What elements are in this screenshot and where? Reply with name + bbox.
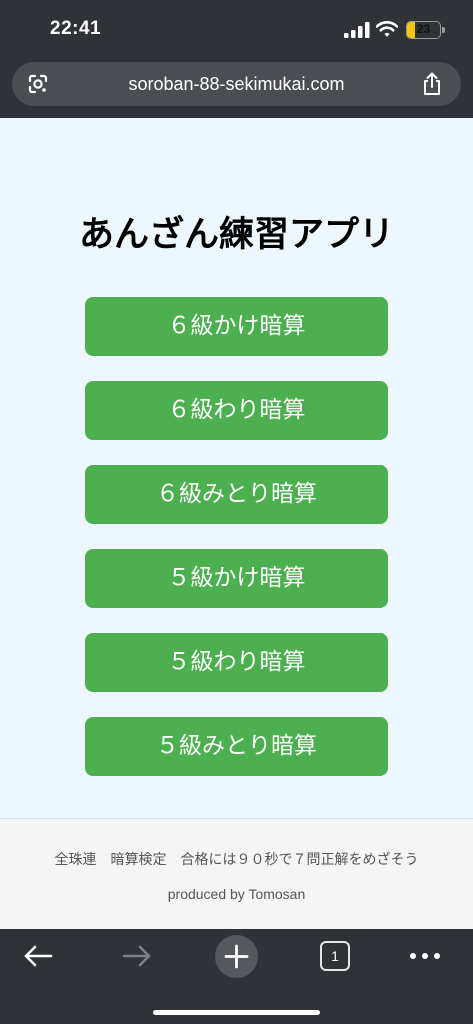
url-text[interactable]: soroban-88-sekimukai.com [62,62,411,106]
more-icon[interactable] [408,947,442,965]
status-bar: 22:41 23 [0,0,473,60]
battery-level: 23 [416,22,431,36]
battery-icon: 23 [406,21,441,39]
home-indicator [153,1010,320,1015]
back-arrow-icon[interactable] [22,942,54,970]
plus-icon [224,944,249,969]
address-bar[interactable]: soroban-88-sekimukai.com [12,62,461,106]
grade5-addition-button[interactable]: ５級みとり暗算 [85,717,388,776]
grade5-multiplication-button[interactable]: ５級かけ暗算 [85,549,388,608]
page-footer: 全珠連 暗算検定 合格には９０秒で７問正解をめざそう produced by T… [0,818,473,929]
status-time: 22:41 [50,18,102,39]
battery-tip [442,27,445,33]
grade6-division-button[interactable]: ６級わり暗算 [85,381,388,440]
grade6-addition-button[interactable]: ６級みとり暗算 [85,465,388,524]
browser-address-area: soroban-88-sekimukai.com [0,60,473,118]
footer-note: 全珠連 暗算検定 合格には９０秒で７問正解をめざそう [54,852,419,868]
share-icon[interactable] [421,72,443,96]
tabs-button[interactable]: 1 [320,941,350,971]
wifi-icon [376,21,398,37]
signal-icon [344,22,370,38]
footer-credit: produced by Tomosan [167,886,306,902]
forward-arrow-icon[interactable] [121,942,153,970]
google-lens-icon[interactable] [27,73,49,95]
page-title: あんざん練習アプリ [78,215,394,255]
grade5-division-button[interactable]: ５級わり暗算 [85,633,388,692]
grade6-multiplication-button[interactable]: ６級かけ暗算 [85,297,388,356]
new-tab-button[interactable] [215,935,258,978]
browser-toolbar: 1 [0,929,473,1024]
page-content: あんざん練習アプリ ６級かけ暗算 ６級わり暗算 ６級みとり暗算 ５級かけ暗算 ５… [0,118,473,818]
